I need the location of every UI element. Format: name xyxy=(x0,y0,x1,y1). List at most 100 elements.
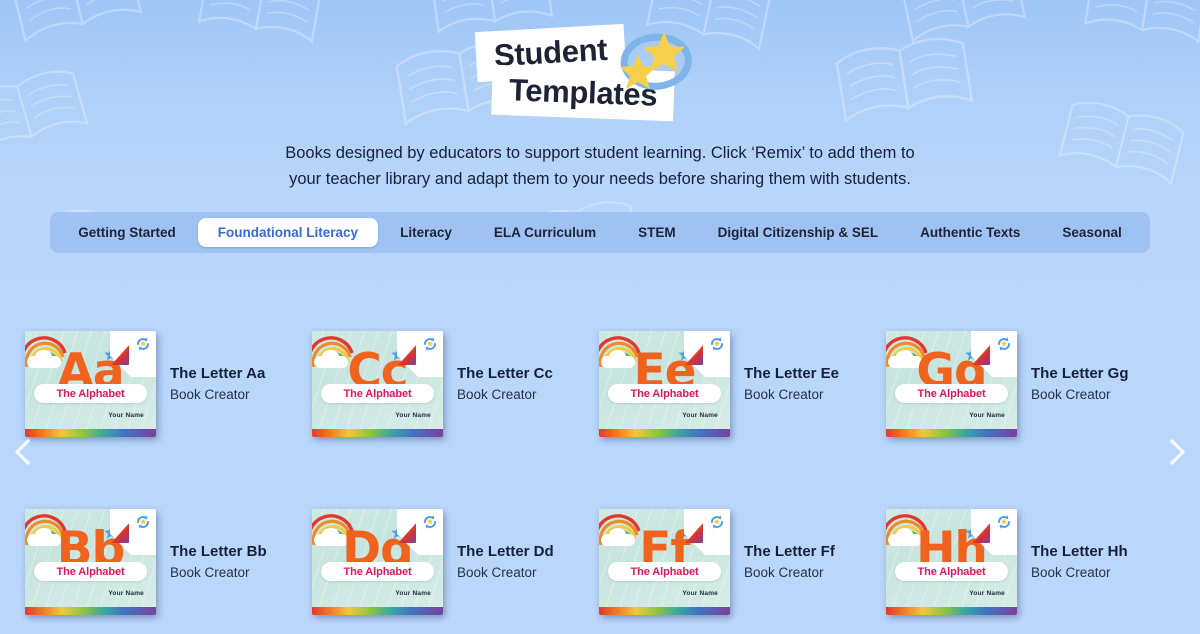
chevron-right-icon[interactable] xyxy=(1160,435,1194,469)
tab-getting-started[interactable]: Getting Started xyxy=(58,218,196,247)
card-author: Book Creator xyxy=(457,564,537,580)
remix-icon xyxy=(137,515,149,529)
cover-series-label: The Alphabet xyxy=(343,387,412,400)
cover-byline: Your Name xyxy=(108,412,144,420)
card-title: The Letter Ff xyxy=(744,542,835,560)
stars-swoosh-icon xyxy=(620,32,692,90)
book-cover-ee[interactable]: Ee The Alphabet Your Name xyxy=(599,331,730,438)
cover-byline: Your Name xyxy=(969,412,1005,420)
book-cover-aa[interactable]: Aa The Alphabet Your Name xyxy=(25,331,156,438)
page-title: Student Templates xyxy=(470,22,730,122)
cover-series-pill: The Alphabet xyxy=(895,384,1008,404)
template-card-ee[interactable]: Ee The Alphabet Your Name The Letter Ee … xyxy=(599,325,886,443)
page-subtitle: Books designed by educators to support s… xyxy=(0,141,1200,192)
remix-icon xyxy=(137,337,149,351)
tab-seasonal[interactable]: Seasonal xyxy=(1042,218,1141,247)
cover-series-label: The Alphabet xyxy=(343,565,412,578)
tab-literacy[interactable]: Literacy xyxy=(380,218,472,247)
template-card-bb[interactable]: Bb The Alphabet Your Name The Letter Bb … xyxy=(25,503,312,621)
template-card-ff[interactable]: Ff The Alphabet Your Name The Letter Ff … xyxy=(599,503,886,621)
page-fold-corner xyxy=(971,331,1017,378)
cover-byline: Your Name xyxy=(395,590,431,598)
card-author: Book Creator xyxy=(744,564,824,580)
card-title: The Letter Hh xyxy=(1031,542,1128,560)
chevron-left-icon[interactable] xyxy=(6,435,40,469)
card-title: The Letter Aa xyxy=(170,364,266,382)
book-cover-ff[interactable]: Ff The Alphabet Your Name xyxy=(599,509,730,616)
card-title: The Letter Ee xyxy=(744,364,840,382)
template-card-dd[interactable]: Dd The Alphabet Your Name The Letter Dd … xyxy=(312,503,599,621)
card-author: Book Creator xyxy=(170,386,250,402)
card-author: Book Creator xyxy=(170,564,250,580)
card-author: Book Creator xyxy=(1031,386,1111,402)
book-cover-cc[interactable]: Cc The Alphabet Your Name xyxy=(312,331,443,438)
cover-byline: Your Name xyxy=(682,412,718,420)
cover-series-pill: The Alphabet xyxy=(895,562,1008,582)
remix-icon xyxy=(998,337,1010,351)
tab-authentic-texts[interactable]: Authentic Texts xyxy=(900,218,1040,247)
tab-foundational-literacy[interactable]: Foundational Literacy xyxy=(197,218,379,248)
book-cover-hh[interactable]: Hh The Alphabet Your Name xyxy=(886,509,1017,616)
cover-series-pill: The Alphabet xyxy=(34,562,147,582)
card-author: Book Creator xyxy=(744,386,824,402)
cover-spine-rainbow xyxy=(599,607,730,616)
template-card-cc[interactable]: Cc The Alphabet Your Name The Letter Cc … xyxy=(312,325,599,443)
card-text-aa: The Letter Aa Book Creator xyxy=(156,364,265,405)
category-tabbar: Getting Started Foundational Literacy Li… xyxy=(50,212,1150,254)
cover-spine-rainbow xyxy=(25,607,156,616)
remix-icon xyxy=(998,515,1010,529)
template-card-hh[interactable]: Hh The Alphabet Your Name The Letter Hh … xyxy=(886,503,1173,621)
card-text-dd: The Letter Dd Book Creator xyxy=(443,542,554,583)
page-fold-corner xyxy=(971,509,1017,556)
cover-spine-rainbow xyxy=(312,429,443,438)
cover-series-pill: The Alphabet xyxy=(321,384,434,404)
page-fold-corner xyxy=(397,509,443,556)
remix-icon xyxy=(711,515,723,529)
card-title: The Letter Gg xyxy=(1031,364,1129,382)
card-text-ff: The Letter Ff Book Creator xyxy=(730,542,835,583)
cover-byline: Your Name xyxy=(682,590,718,598)
cover-series-pill: The Alphabet xyxy=(321,562,434,582)
tab-ela-curriculum[interactable]: ELA Curriculum xyxy=(474,218,616,247)
category-tabbar-wrapper: Getting Started Foundational Literacy Li… xyxy=(0,212,1200,254)
cover-series-label: The Alphabet xyxy=(56,387,125,400)
cover-spine-rainbow xyxy=(599,429,730,438)
card-title: The Letter Dd xyxy=(457,542,554,560)
template-row-1: Aa The Alphabet Your Name The Letter Aa … xyxy=(0,325,1200,443)
template-card-gg[interactable]: Gg The Alphabet Your Name The Letter Gg … xyxy=(886,325,1173,443)
template-carousel: Aa The Alphabet Your Name The Letter Aa … xyxy=(0,325,1200,621)
remix-icon xyxy=(711,337,723,351)
tab-stem[interactable]: STEM xyxy=(618,218,696,247)
cover-series-label: The Alphabet xyxy=(917,387,986,400)
book-cover-gg[interactable]: Gg The Alphabet Your Name xyxy=(886,331,1017,438)
page-header: Student Templates Books designed by educ… xyxy=(0,0,1200,192)
page-subtitle-line-2: your teacher library and adapt them to y… xyxy=(289,169,911,188)
cover-series-label: The Alphabet xyxy=(56,565,125,578)
book-cover-dd[interactable]: Dd The Alphabet Your Name xyxy=(312,509,443,616)
cover-byline: Your Name xyxy=(108,590,144,598)
template-row-2: Bb The Alphabet Your Name The Letter Bb … xyxy=(0,503,1200,621)
card-author: Book Creator xyxy=(1031,564,1111,580)
page-fold-corner xyxy=(110,331,156,378)
page-fold-corner xyxy=(397,331,443,378)
remix-icon xyxy=(424,515,436,529)
page-subtitle-line-1: Books designed by educators to support s… xyxy=(285,144,915,162)
tab-digital-citizenship-sel[interactable]: Digital Citizenship & SEL xyxy=(698,218,899,247)
cover-spine-rainbow xyxy=(886,429,1017,438)
cover-series-label: The Alphabet xyxy=(917,565,986,578)
cover-spine-rainbow xyxy=(312,607,443,616)
page-fold-corner xyxy=(684,331,730,378)
cover-series-pill: The Alphabet xyxy=(34,384,147,404)
book-cover-bb[interactable]: Bb The Alphabet Your Name xyxy=(25,509,156,616)
card-text-cc: The Letter Cc Book Creator xyxy=(443,364,553,405)
template-card-aa[interactable]: Aa The Alphabet Your Name The Letter Aa … xyxy=(25,325,312,443)
page-fold-corner xyxy=(684,509,730,556)
cover-series-pill: The Alphabet xyxy=(608,562,721,582)
student-templates-page: Student Templates Books designed by educ… xyxy=(0,0,1200,634)
cover-spine-rainbow xyxy=(25,429,156,438)
remix-icon xyxy=(424,337,436,351)
card-title: The Letter Bb xyxy=(170,542,267,560)
cover-series-label: The Alphabet xyxy=(630,387,699,400)
card-text-hh: The Letter Hh Book Creator xyxy=(1017,542,1128,583)
cover-byline: Your Name xyxy=(969,590,1005,598)
